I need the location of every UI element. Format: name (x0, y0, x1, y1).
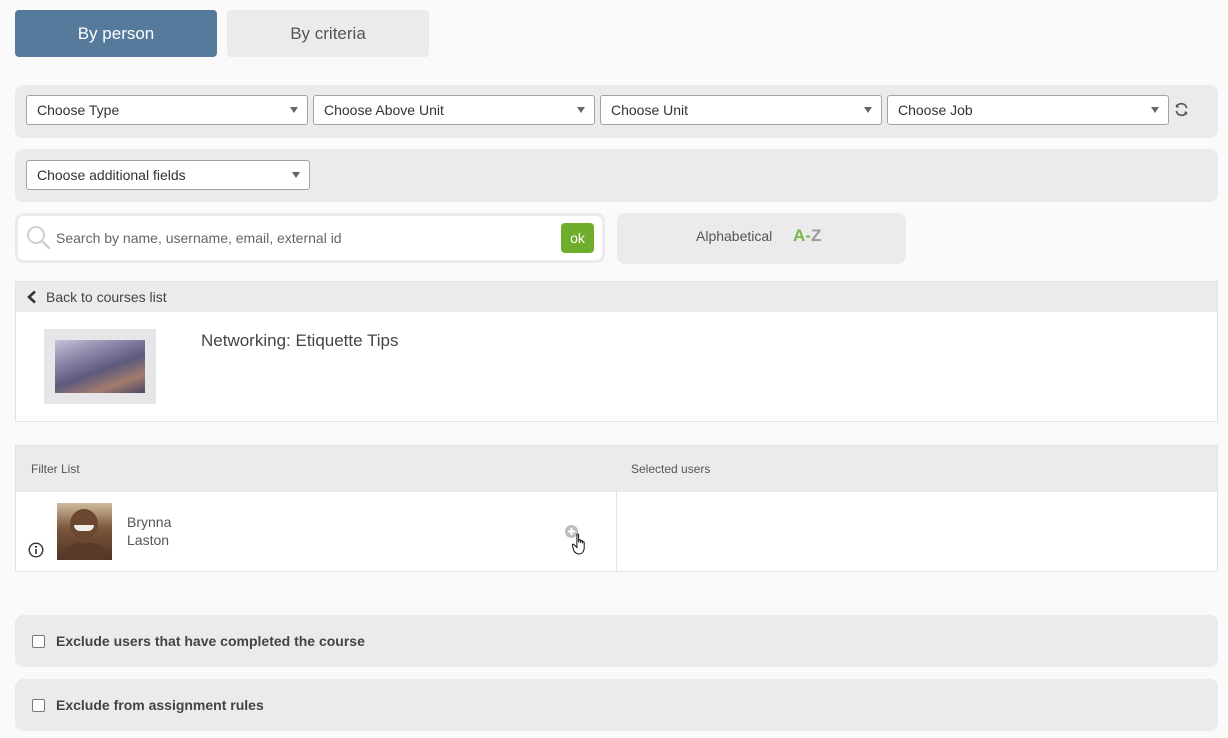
sort-az-z: Z (810, 226, 822, 245)
caret-down-icon (290, 107, 298, 113)
search-input[interactable] (54, 216, 554, 260)
choose-job-select[interactable]: Choose Job (887, 95, 1169, 125)
caret-down-icon (864, 107, 872, 113)
choose-job-label: Choose Job (898, 102, 973, 118)
search-icon (27, 226, 51, 250)
selected-users-header: Selected users (631, 462, 711, 476)
course-card: Back to courses list Networking: Etiquet… (15, 281, 1218, 422)
exclude-completed-label: Exclude users that have completed the co… (56, 633, 365, 649)
list-item: Brynna Laston (16, 492, 616, 572)
list-divider (616, 492, 617, 572)
info-icon[interactable] (28, 542, 44, 558)
refresh-icon[interactable] (1174, 102, 1189, 117)
search-bar: ok (15, 213, 605, 263)
choose-additional-fields-select[interactable]: Choose additional fields (26, 160, 310, 190)
choose-above-unit-label: Choose Above Unit (324, 102, 444, 118)
tab-by-criteria[interactable]: By criteria (227, 10, 429, 57)
exclude-rules-option: Exclude from assignment rules (15, 679, 1218, 731)
choose-unit-label: Choose Unit (611, 102, 689, 118)
exclude-completed-option: Exclude users that have completed the co… (15, 615, 1218, 667)
choose-type-select[interactable]: Choose Type (26, 95, 308, 125)
sort-az-icon: A-Z (793, 226, 821, 246)
exclude-rules-checkbox[interactable] (32, 698, 45, 712)
course-thumbnail (44, 329, 156, 404)
choose-type-label: Choose Type (37, 102, 120, 118)
filter-list-header: Filter List (31, 462, 80, 476)
back-to-courses-label: Back to courses list (46, 289, 167, 305)
search-ok-button[interactable]: ok (561, 223, 594, 253)
course-title: Networking: Etiquette Tips (201, 331, 399, 350)
tab-by-person[interactable]: By person (15, 10, 217, 57)
exclude-rules-label: Exclude from assignment rules (56, 697, 264, 713)
filter-panel: Choose Type Choose Above Unit Choose Uni… (15, 85, 1218, 138)
user-last-name: Laston (127, 532, 170, 548)
avatar (57, 503, 112, 560)
choose-above-unit-select[interactable]: Choose Above Unit (313, 95, 595, 125)
caret-down-icon (292, 172, 300, 178)
caret-down-icon (1151, 107, 1159, 113)
back-to-courses-link[interactable]: Back to courses list (16, 282, 1217, 312)
chevron-left-icon (27, 290, 36, 304)
hand-cursor-icon (572, 533, 585, 555)
user-lists: Filter List Selected users Brynna Laston (15, 445, 1218, 572)
sort-alphabetical-button[interactable]: Alphabetical A-Z (617, 213, 906, 264)
sort-az-a: A (793, 226, 806, 245)
choose-unit-select[interactable]: Choose Unit (600, 95, 882, 125)
choose-additional-fields-label: Choose additional fields (37, 167, 186, 183)
exclude-completed-checkbox[interactable] (32, 634, 45, 648)
caret-down-icon (577, 107, 585, 113)
sort-label: Alphabetical (696, 228, 773, 244)
additional-fields-panel: Choose additional fields (15, 149, 1218, 202)
user-first-name: Brynna (127, 514, 172, 530)
